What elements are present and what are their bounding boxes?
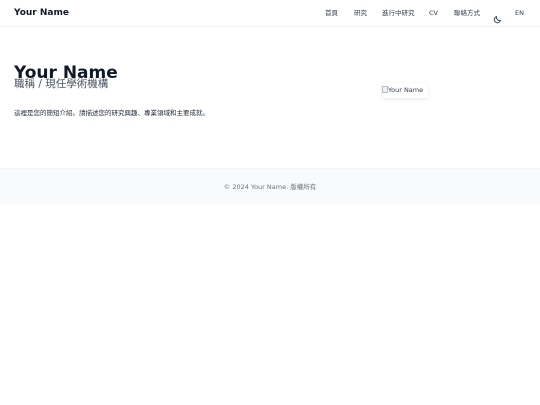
nav-item-research[interactable]: 研究 (354, 9, 367, 18)
moon-icon[interactable] (493, 9, 502, 24)
language-toggle[interactable]: EN (515, 9, 524, 18)
affiliation-text: 職稱 / 現任學術機構 (14, 78, 109, 90)
copyright-text: © 2024 Your Name. 版權所有 (223, 183, 317, 191)
profile-photo-alt: Your Name (388, 86, 424, 94)
nav-item-ongoing-research[interactable]: 進行中研究 (382, 9, 415, 18)
brand-link[interactable]: Your Name (14, 7, 69, 19)
moon-icon-graphic (493, 16, 501, 24)
nav-item-contact[interactable]: 聯絡方式 (454, 9, 480, 18)
nav-item-cv[interactable]: CV (429, 9, 438, 18)
nav-item-home[interactable]: 首頁 (325, 9, 338, 18)
bio-text: 這裡是您的簡短介紹。請描述您的研究興趣、專業領域和主要成就。 (14, 108, 209, 117)
profile-photo: Your Name (382, 83, 428, 98)
top-navbar: Your Name 首頁 研究 進行中研究 CV 聯絡方式 EN (0, 0, 540, 27)
page-footer: © 2024 Your Name. 版權所有 (0, 168, 540, 205)
